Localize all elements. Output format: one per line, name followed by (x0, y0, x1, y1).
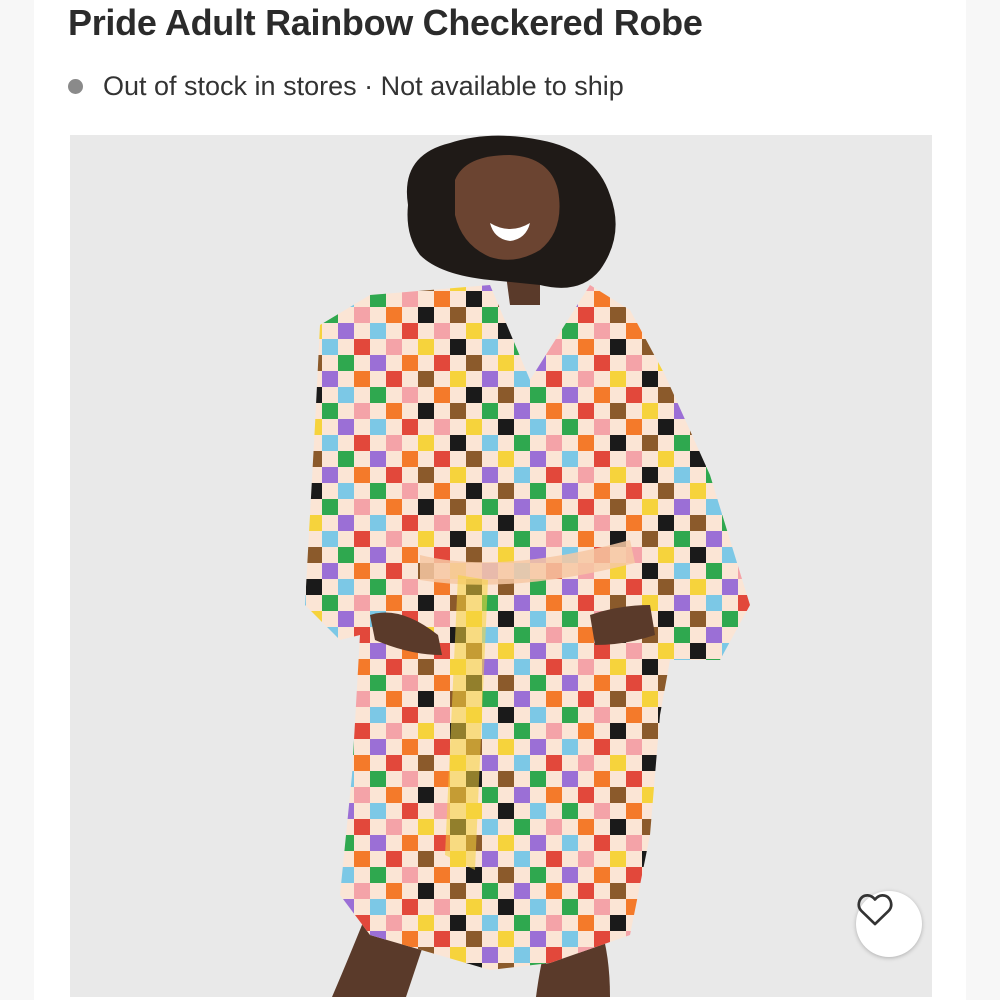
product-page: Pride Adult Rainbow Checkered Robe Out o… (34, 0, 966, 1000)
product-image[interactable] (70, 135, 932, 997)
availability-status: Out of stock in stores · Not available t… (68, 68, 624, 104)
availability-text: Out of stock in stores · Not available t… (103, 70, 624, 101)
product-title: Pride Adult Rainbow Checkered Robe (68, 2, 703, 43)
heart-icon (857, 894, 893, 926)
favorite-button[interactable] (856, 891, 922, 957)
status-dot-icon (68, 78, 83, 94)
robe-model-illustration (305, 135, 750, 997)
